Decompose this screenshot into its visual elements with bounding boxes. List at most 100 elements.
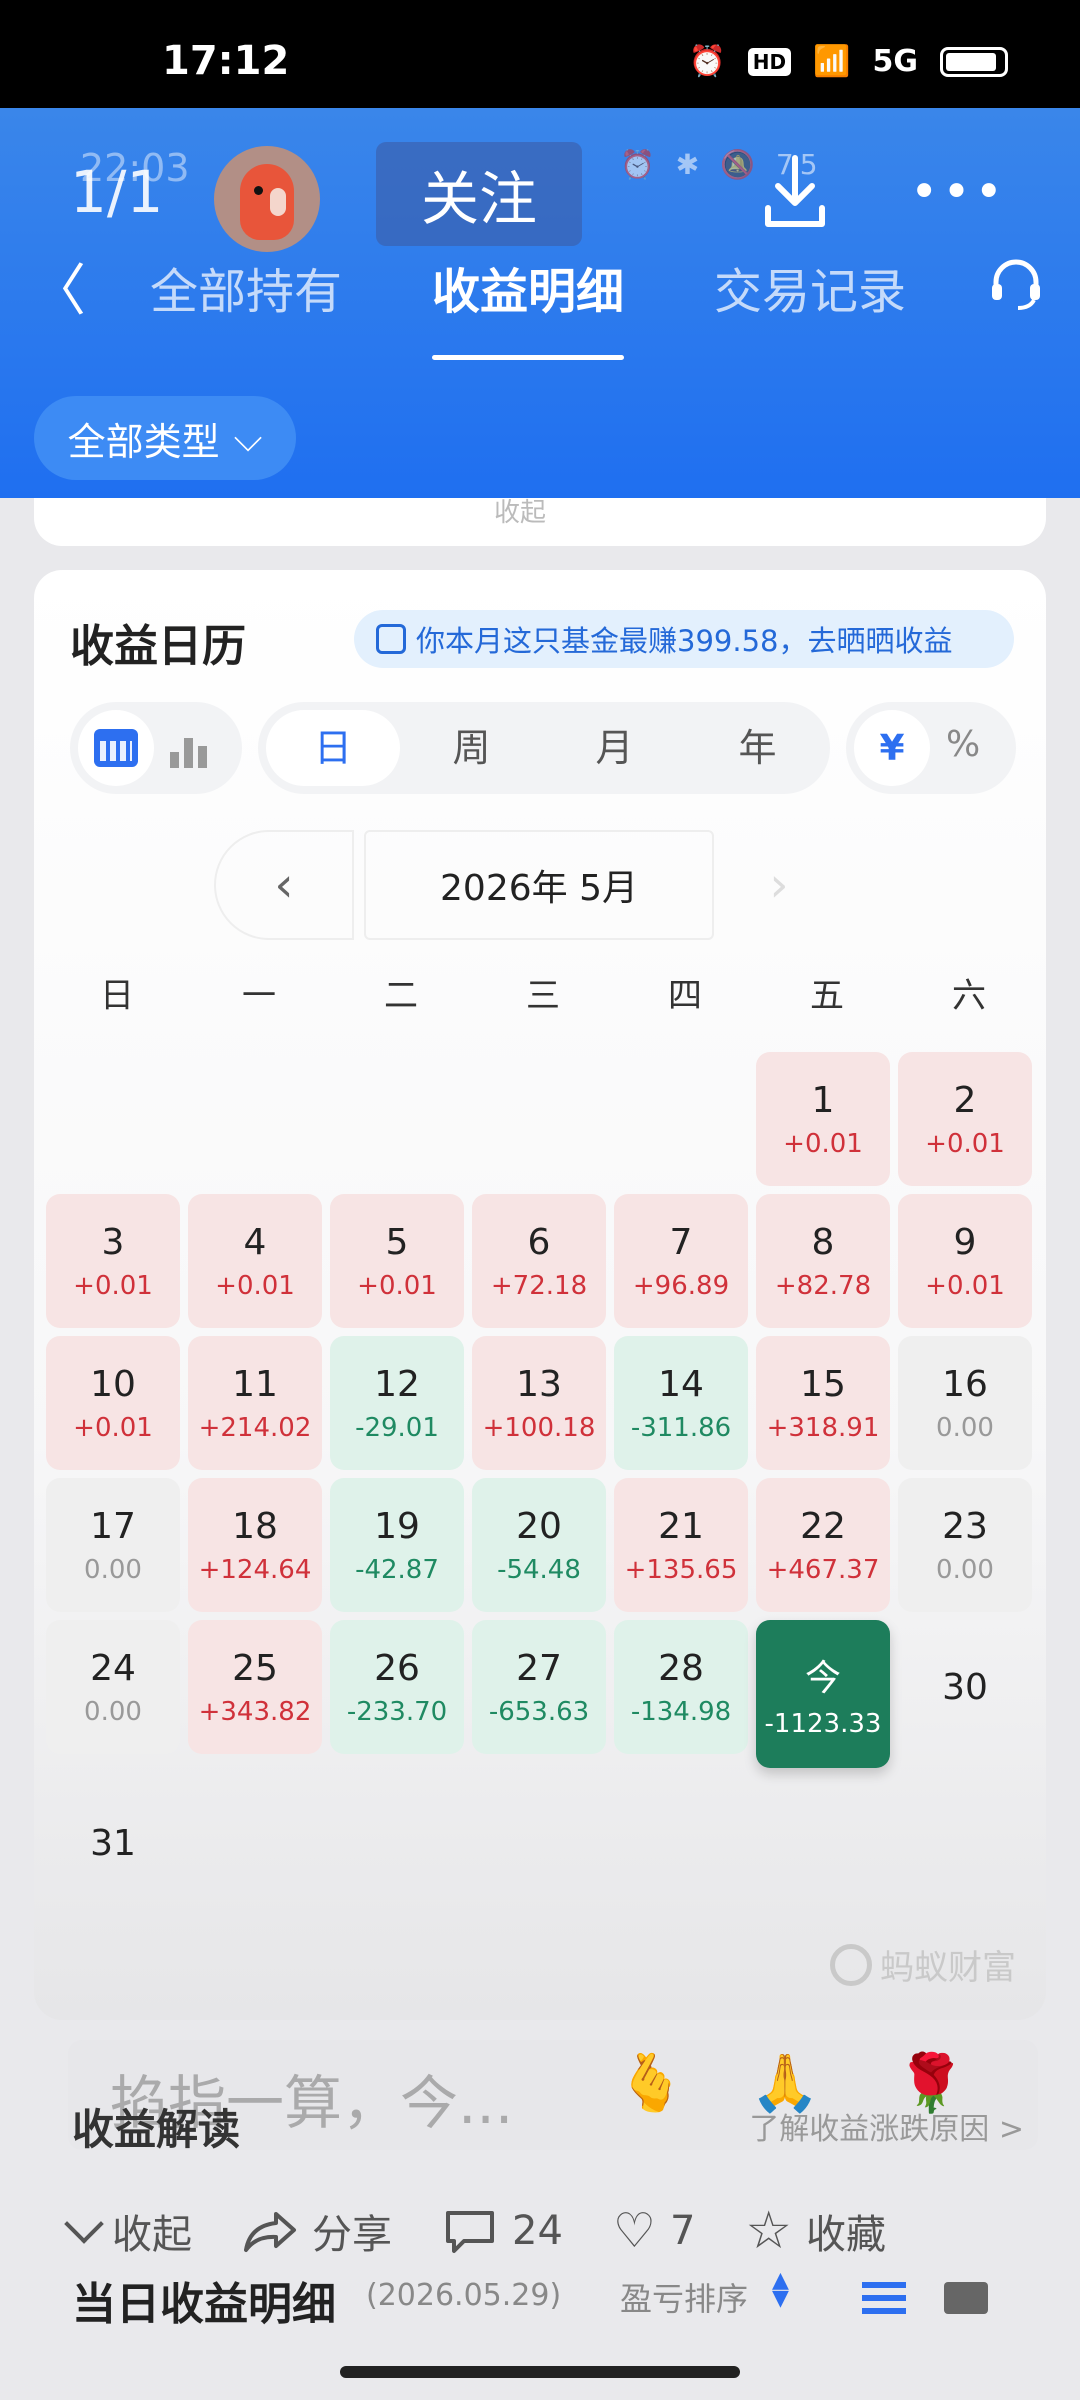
bar-chart-icon[interactable]: [170, 728, 216, 768]
comment-button[interactable]: 24: [442, 2207, 563, 2255]
day-earnings-value: +0.01: [73, 1270, 153, 1301]
tab-all-holdings[interactable]: 全部持有: [150, 252, 342, 322]
comment-count: 24: [512, 2208, 563, 2254]
author-avatar[interactable]: [214, 146, 320, 252]
calendar-day-cell[interactable]: 25 +343.82: [188, 1620, 322, 1754]
calendar-day-cell[interactable]: 10 +0.01: [46, 1336, 180, 1470]
status-time: 17:12: [162, 38, 290, 84]
unit-yuan[interactable]: ¥: [854, 710, 930, 786]
earnings-calendar-card: 收益日历 你本月这只基金最赚399.58，去晒晒收益 日 周 月 年 ¥ % ‹…: [34, 570, 1046, 2020]
follow-button[interactable]: 关注: [376, 142, 582, 246]
calendar-day-cell[interactable]: 17 0.00: [46, 1478, 180, 1612]
calendar-day-cell[interactable]: 2 +0.01: [898, 1052, 1032, 1186]
period-selector: 日 周 月 年: [258, 702, 830, 794]
favorite-button[interactable]: ☆ 收藏: [745, 2201, 886, 2261]
day-earnings-value: 0.00: [936, 1412, 994, 1443]
interpretation-title: 收益解读: [72, 2105, 241, 2154]
day-number: 23: [942, 1505, 988, 1547]
calendar-day-cell[interactable]: 9 +0.01: [898, 1194, 1032, 1328]
calendar-day-cell[interactable]: 30: [898, 1620, 1032, 1754]
day-number: 4: [243, 1221, 267, 1263]
prev-month-icon[interactable]: ‹: [214, 830, 354, 940]
calendar-day-cell[interactable]: 24 0.00: [46, 1620, 180, 1754]
alarm-icon: ⏰: [688, 44, 726, 79]
weekday-label: 四: [668, 976, 702, 1016]
calendar-view-button[interactable]: [78, 710, 154, 786]
more-icon[interactable]: •••: [910, 164, 1007, 220]
weekday-header: 日 一 二 三 四 五 六: [46, 968, 1040, 1017]
calendar-day-cell[interactable]: 14 -311.86: [614, 1336, 748, 1470]
collapse-hint[interactable]: 收起: [494, 492, 546, 529]
day-number: 28: [658, 1647, 704, 1689]
calendar-day-cell[interactable]: 19 -42.87: [330, 1478, 464, 1612]
calendar-day-cell[interactable]: 31: [46, 1776, 180, 1910]
app-header: 22:03 1/1 关注 ⏰ ✱ 🔕 75 ••• 〈 全部持有 收益明细 交易…: [0, 108, 1080, 498]
period-month[interactable]: 月: [543, 710, 686, 786]
day-number: 5: [385, 1221, 409, 1263]
calendar-empty-cell: [46, 1052, 180, 1186]
chevron-down-icon: ⌵: [233, 415, 263, 460]
calendar-day-cell[interactable]: 4 +0.01: [188, 1194, 322, 1328]
period-day[interactable]: 日: [266, 710, 400, 786]
calendar-grid: 1 +0.01 2 +0.01 3 +0.01 4 +0.01 5 +0.01 6 +72.18 7 +9…: [46, 1052, 1040, 1910]
post-action-bar: 收起 分享 24 ♡ 7 ☆ 收藏: [64, 2196, 1030, 2266]
day-earnings-value: -311.86: [630, 1412, 732, 1443]
calendar-today-cell[interactable]: 今 -1123.33: [756, 1620, 890, 1768]
tab-transactions[interactable]: 交易记录: [714, 252, 906, 322]
weekday-label: 日: [100, 976, 134, 1016]
calendar-day-cell[interactable]: 16 0.00: [898, 1336, 1032, 1470]
calendar-day-cell[interactable]: 26 -233.70: [330, 1620, 464, 1754]
calendar-day-cell[interactable]: 23 0.00: [898, 1478, 1032, 1612]
back-chevron-icon[interactable]: 〈: [30, 246, 86, 327]
month-label[interactable]: 2026年 5月: [364, 830, 714, 940]
calendar-day-cell[interactable]: 27 -653.63: [472, 1620, 606, 1754]
unit-percent[interactable]: %: [946, 724, 980, 765]
day-number: 11: [232, 1363, 278, 1405]
day-earnings-value: -233.70: [346, 1696, 448, 1727]
like-button[interactable]: ♡ 7: [613, 2203, 695, 2259]
calendar-day-cell[interactable]: 21 +135.65: [614, 1478, 748, 1612]
collapse-button[interactable]: 收起: [64, 2202, 192, 2260]
calendar-day-cell[interactable]: 20 -54.48: [472, 1478, 606, 1612]
calendar-day-cell[interactable]: 5 +0.01: [330, 1194, 464, 1328]
day-earnings-value: +0.01: [215, 1270, 295, 1301]
day-number: 3: [101, 1221, 125, 1263]
calendar-day-cell[interactable]: 28 -134.98: [614, 1620, 748, 1754]
calendar-day-cell[interactable]: 13 +100.18: [472, 1336, 606, 1470]
calendar-day-cell[interactable]: 8 +82.78: [756, 1194, 890, 1328]
tab-earnings-detail[interactable]: 收益明细: [432, 252, 625, 360]
day-earnings-value: +0.01: [925, 1128, 1005, 1159]
day-earnings-value: 0.00: [84, 1554, 142, 1585]
day-number: 17: [90, 1505, 136, 1547]
next-month-icon: ›: [769, 857, 789, 913]
day-number: 25: [232, 1647, 278, 1689]
day-earnings-value: +214.02: [198, 1412, 312, 1443]
sort-arrows-icon[interactable]: ▲ ▼: [772, 2270, 789, 2310]
card-view-icon[interactable]: [944, 2282, 988, 2314]
period-week[interactable]: 周: [400, 710, 543, 786]
sort-by-pnl-button[interactable]: 盈亏排序: [620, 2274, 748, 2320]
share-button[interactable]: 分享: [242, 2202, 392, 2260]
ant-logo-icon: [830, 1943, 872, 1986]
day-number: 今: [804, 1658, 841, 1699]
calendar-day-cell[interactable]: 18 +124.64: [188, 1478, 322, 1612]
calendar-day-cell[interactable]: 11 +214.02: [188, 1336, 322, 1470]
calendar-day-cell[interactable]: 3 +0.01: [46, 1194, 180, 1328]
interpretation-link[interactable]: 了解收益涨跌原因 >: [749, 2104, 1024, 2148]
download-icon[interactable]: [760, 152, 830, 232]
calendar-day-cell[interactable]: 6 +72.18: [472, 1194, 606, 1328]
calendar-icon: [94, 729, 138, 767]
type-filter-dropdown[interactable]: 全部类型 ⌵: [34, 396, 296, 480]
finger-heart-emoji[interactable]: 🫰: [616, 2050, 686, 2116]
day-earnings-value: +72.18: [490, 1270, 588, 1301]
calendar-day-cell[interactable]: 7 +96.89: [614, 1194, 748, 1328]
day-earnings-value: +96.89: [632, 1270, 730, 1301]
calendar-day-cell[interactable]: 1 +0.01: [756, 1052, 890, 1186]
list-view-icon[interactable]: [862, 2282, 906, 2314]
calendar-day-cell[interactable]: 12 -29.01: [330, 1336, 464, 1470]
customer-service-icon[interactable]: [986, 254, 1046, 314]
period-year[interactable]: 年: [686, 710, 829, 786]
calendar-day-cell[interactable]: 15 +318.91: [756, 1336, 890, 1470]
share-promo-banner[interactable]: 你本月这只基金最赚399.58，去晒晒收益: [354, 610, 1014, 668]
calendar-day-cell[interactable]: 22 +467.37: [756, 1478, 890, 1612]
